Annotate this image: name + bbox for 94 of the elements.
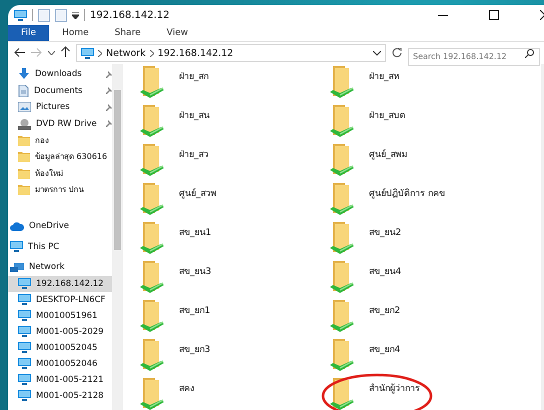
network-share-folder-icon <box>139 339 165 373</box>
window-title: 192.168.142.12 <box>90 10 170 20</box>
sidebar-item[interactable]: ห้องใหม่ <box>8 165 112 182</box>
chevron-icon <box>150 50 154 56</box>
download-arrow-icon <box>18 68 30 80</box>
customize-toolbar-icon[interactable] <box>72 12 79 18</box>
sidebar-item[interactable]: M0010052046 <box>8 356 112 372</box>
share-name[interactable]: ศูนย์_สวพ <box>179 183 216 200</box>
picture-icon <box>18 102 31 112</box>
sidebar-item[interactable]: DESKTOP-LN6CF <box>8 292 112 308</box>
ribbon-tab[interactable]: View <box>154 25 201 41</box>
sidebar-item[interactable]: Documents <box>8 82 112 99</box>
network-share-folder-icon <box>139 105 165 139</box>
share-name[interactable]: ฝ่าย_สห <box>369 66 400 83</box>
computer-icon <box>18 358 31 369</box>
cloud-icon <box>10 222 24 231</box>
ribbon-tab[interactable]: Home <box>49 25 102 41</box>
computer-icon <box>18 374 31 385</box>
network-share-folder-icon <box>329 105 355 139</box>
up-button[interactable] <box>61 46 70 60</box>
network-icon <box>10 262 24 273</box>
network-share-folder-icon <box>139 222 165 256</box>
share-name[interactable]: สข_ยก1 <box>179 300 210 317</box>
network-share-folder-icon <box>329 378 355 410</box>
sidebar-item[interactable]: Pictures <box>8 99 112 116</box>
share-name[interactable]: ฝ่าย_สก <box>179 66 208 83</box>
share-name[interactable]: สข_ยก4 <box>369 339 400 356</box>
ribbon-tab[interactable]: File <box>8 25 50 41</box>
network-share-folder-icon <box>329 339 355 373</box>
search-field[interactable]: Search 192.168.142.12 <box>408 48 540 66</box>
sidebar-item[interactable]: 192.168.142.12 <box>8 276 112 292</box>
network-share-folder-icon <box>139 144 165 178</box>
sidebar-item[interactable]: กอง <box>8 132 112 148</box>
computer-icon <box>81 48 94 58</box>
share-name[interactable]: ฝ่าย_สบต <box>369 105 406 122</box>
chevron-icon <box>98 50 102 56</box>
disc-drive-icon <box>18 118 31 130</box>
recent-locations-icon[interactable] <box>48 51 55 55</box>
network-share-folder-icon <box>329 66 355 100</box>
share-name[interactable]: สคง <box>179 378 194 395</box>
sidebar-item[interactable]: M001-005-2128 <box>8 388 112 404</box>
breadcrumb[interactable]: 192.168.142.12 <box>158 48 234 58</box>
share-name[interactable]: สข_ยน3 <box>179 261 212 278</box>
network-share-folder-icon <box>139 261 165 295</box>
computer-icon <box>18 326 31 337</box>
share-name[interactable]: ศูนย์_สพม <box>369 144 408 161</box>
document-icon <box>18 84 29 97</box>
sidebar-item[interactable]: M0010052045 <box>8 340 112 356</box>
share-name[interactable]: ฝ่าย_สน <box>179 105 210 122</box>
sidebar-item[interactable]: Downloads <box>8 66 112 82</box>
computer-icon <box>18 278 31 289</box>
folder-icon <box>18 184 30 196</box>
address-field[interactable]: Network 192.168.142.12 <box>76 44 386 62</box>
network-share-folder-icon <box>139 300 165 334</box>
network-share-folder-icon <box>139 183 165 217</box>
sidebar-item[interactable]: Network <box>8 259 112 276</box>
network-share-folder-icon <box>329 144 355 178</box>
network-share-folder-icon <box>139 378 165 410</box>
minimize-icon[interactable] <box>438 14 448 16</box>
sidebar-item[interactable]: M001-005-2121 <box>8 372 112 388</box>
sidebar-item[interactable]: M001-005-2029 <box>8 324 112 340</box>
share-name[interactable]: ศูนย์ปฏิบัติการ กคข <box>369 183 445 200</box>
network-share-folder-icon <box>329 261 355 295</box>
folder-icon <box>18 168 30 179</box>
maximize-icon[interactable] <box>489 10 499 20</box>
network-share-folder-icon <box>329 183 355 217</box>
sidebar-item[interactable]: OneDrive <box>8 218 112 234</box>
computer-icon <box>18 342 31 353</box>
share-name[interactable]: สข_ยน1 <box>179 222 212 239</box>
dropdown-icon[interactable] <box>373 50 381 56</box>
computer-icon <box>10 241 23 252</box>
sidebar-item[interactable]: มาตรการ ปกน <box>8 182 112 198</box>
sidebar-item[interactable]: ข้อมูลล่าสุด 630616 <box>8 148 112 165</box>
share-name[interactable]: สข_ยน4 <box>369 261 402 278</box>
ribbon-tab[interactable]: Share <box>102 25 154 41</box>
sidebar-item[interactable]: This PC <box>8 238 112 255</box>
computer-icon <box>18 294 31 305</box>
sidebar-item[interactable]: M0010051961 <box>8 308 112 324</box>
sidebar-item[interactable]: DVD RW Drive <box>8 116 112 132</box>
computer-icon <box>18 310 31 321</box>
network-share-folder-icon <box>329 222 355 256</box>
share-name[interactable]: สข_ยก2 <box>369 300 400 317</box>
network-share-folder-icon <box>139 66 165 100</box>
folder-icon <box>18 134 30 146</box>
refresh-icon[interactable] <box>392 48 402 58</box>
computer-icon <box>18 390 31 401</box>
share-name[interactable]: สข_ยน2 <box>369 222 402 239</box>
share-name[interactable]: ฝ่าย_สว <box>179 144 208 161</box>
folder-icon <box>18 151 30 162</box>
computer-icon <box>14 10 27 20</box>
share-name[interactable]: สข_ยก3 <box>179 339 210 356</box>
breadcrumb[interactable]: Network <box>106 48 146 58</box>
network-share-folder-icon <box>329 300 355 334</box>
search-icon <box>525 48 534 58</box>
